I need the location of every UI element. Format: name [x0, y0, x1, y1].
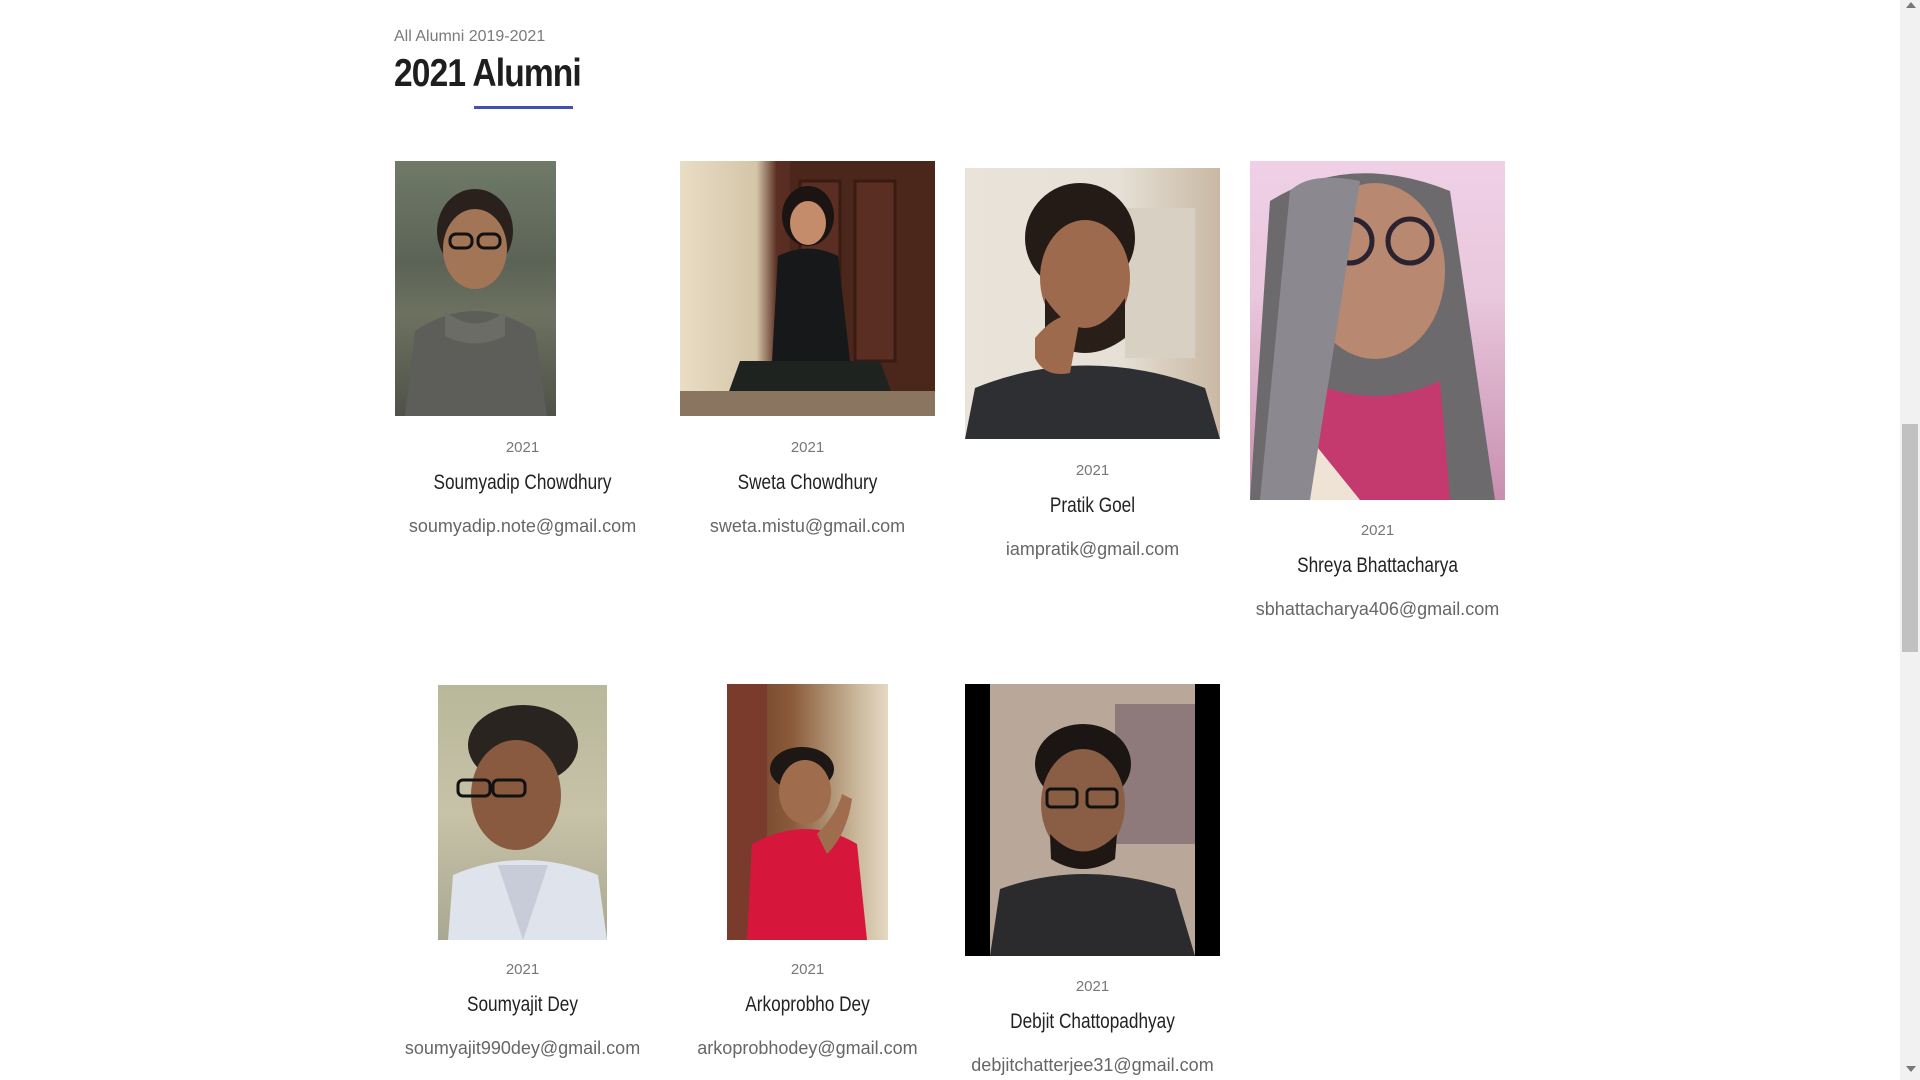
scroll-up-arrow-icon[interactable]: [1906, 2, 1916, 8]
alumni-name: Soumyajit Dey: [466, 993, 579, 1016]
alumni-card: 2021 Debjit Chattopadhyay debjitchatterj…: [950, 683, 1235, 1080]
alumni-name: Arkoprobho Dey: [745, 993, 870, 1016]
alumni-year: 2021: [790, 439, 825, 456]
alumni-photo[interactable]: [965, 168, 1220, 439]
alumni-email[interactable]: arkoprobhodey@gmail.com: [645, 1038, 970, 1059]
breadcrumb[interactable]: All Alumni 2019-2021: [394, 28, 545, 46]
alumni-email[interactable]: soumyajit990dey@gmail.com: [360, 1038, 685, 1059]
alumni-photo[interactable]: [1250, 161, 1505, 500]
alumni-card: 2021 Arkoprobho Dey arkoprobhodey@gmail.…: [665, 683, 950, 1080]
alumni-card: 2021 Shreya Bhattacharya sbhattacharya40…: [1235, 160, 1520, 620]
alumni-year: 2021: [505, 961, 540, 978]
alumni-card: 2021 Soumyajit Dey soumyajit990dey@gmail…: [380, 683, 665, 1080]
alumni-name: Sweta Chowdhury: [737, 471, 878, 494]
alumni-card: 2021 Soumyadip Chowdhury soumyadip.note@…: [380, 160, 665, 560]
alumni-card: 2021 Sweta Chowdhury sweta.mistu@gmail.c…: [665, 160, 950, 560]
alumni-photo[interactable]: [438, 685, 607, 940]
alumni-year: 2021: [1360, 522, 1395, 539]
alumni-name: Debjit Chattopadhyay: [1010, 1010, 1175, 1033]
alumni-year: 2021: [790, 961, 825, 978]
alumni-photo[interactable]: [395, 161, 556, 416]
alumni-year: 2021: [1075, 978, 1110, 995]
alumni-email[interactable]: sbhattacharya406@gmail.com: [1215, 599, 1540, 620]
alumni-card: 2021 Pratik Goel iampratik@gmail.com: [950, 160, 1235, 560]
alumni-email[interactable]: sweta.mistu@gmail.com: [645, 516, 970, 537]
alumni-photo[interactable]: [965, 684, 1220, 956]
page-title: 2021 Alumni: [394, 52, 582, 95]
alumni-name: Soumyadip Chowdhury: [433, 471, 612, 494]
alumni-email[interactable]: debjitchatterjee31@gmail.com: [930, 1055, 1255, 1076]
title-underline: [474, 106, 573, 109]
alumni-year: 2021: [505, 439, 540, 456]
alumni-photo[interactable]: [727, 684, 888, 940]
alumni-name: Pratik Goel: [1049, 494, 1136, 517]
alumni-year: 2021: [1075, 462, 1110, 479]
scrollbar[interactable]: [1900, 0, 1920, 1080]
alumni-name: Shreya Bhattacharya: [1297, 554, 1458, 577]
scroll-down-arrow-icon[interactable]: [1906, 1066, 1916, 1072]
scrollbar-thumb[interactable]: [1902, 424, 1918, 652]
alumni-email[interactable]: soumyadip.note@gmail.com: [360, 516, 685, 537]
alumni-email[interactable]: iampratik@gmail.com: [930, 539, 1255, 560]
alumni-photo[interactable]: [680, 161, 935, 416]
